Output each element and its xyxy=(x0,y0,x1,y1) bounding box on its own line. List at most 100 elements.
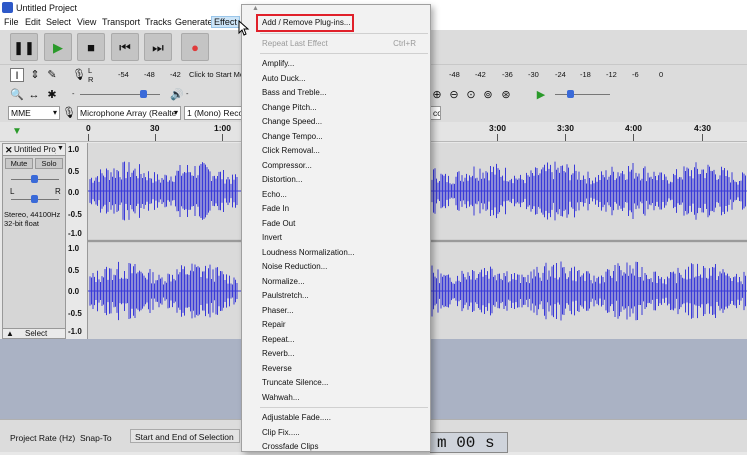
recording-channels-select[interactable]: 1 (Mono) Recor xyxy=(184,106,242,120)
menu-file[interactable]: File xyxy=(2,17,21,27)
menu-item-fade-in[interactable]: Fade In xyxy=(242,202,430,217)
draw-tool-icon[interactable]: ✎ xyxy=(45,68,59,82)
project-rate-label: Project Rate (Hz) xyxy=(10,433,76,443)
menu-item-label: Compressor... xyxy=(262,160,312,170)
menu-select[interactable]: Select xyxy=(44,17,73,27)
track-close-icon[interactable]: ✕ xyxy=(5,145,13,156)
menu-item-noise-reduction[interactable]: Noise Reduction... xyxy=(242,260,430,275)
menu-edit[interactable]: Edit xyxy=(23,17,43,27)
playback-device-select[interactable]: cor xyxy=(431,106,441,120)
menu-item-truncate-silence[interactable]: Truncate Silence... xyxy=(242,376,430,391)
menu-item-reverb[interactable]: Reverb... xyxy=(242,347,430,362)
menu-item-label: Paulstretch... xyxy=(262,291,309,300)
menu-item-repeat[interactable]: Repeat... xyxy=(242,333,430,348)
app-icon xyxy=(2,2,13,13)
scroll-up-icon[interactable]: ▲ xyxy=(252,5,259,12)
menu-item-bass-and-treble[interactable]: Bass and Treble... xyxy=(242,86,430,101)
record-button[interactable]: ● xyxy=(181,33,209,61)
menu-item-distortion[interactable]: Distortion... xyxy=(242,173,430,188)
skip-to-end-button[interactable]: ⏭ xyxy=(144,33,172,61)
menu-item-change-pitch[interactable]: Change Pitch... xyxy=(242,101,430,116)
track-name[interactable]: Untitled Proje xyxy=(14,145,56,154)
menu-item-amplify[interactable]: Amplify... xyxy=(242,57,430,72)
recording-device-select[interactable]: Microphone Array (Realte ▾ xyxy=(77,106,181,120)
meter-hint[interactable]: Click to Start Mo xyxy=(189,70,244,79)
zoom-in-icon[interactable]: ⊕ xyxy=(430,88,444,102)
play-button[interactable]: ▶ xyxy=(44,33,72,61)
speaker-icon[interactable]: 🔊 xyxy=(170,88,184,102)
scale-label: 0.0 xyxy=(68,287,80,296)
menu-item-loudness-normalization[interactable]: Loudness Normalization... xyxy=(242,246,430,261)
track-control-panel: ✕ Untitled Proje ▼ Mute Solo L R Stereo,… xyxy=(2,143,66,339)
window-title: Untitled Project xyxy=(16,3,78,13)
pause-icon: ❚❚ xyxy=(13,40,35,55)
stop-button[interactable]: ■ xyxy=(77,33,105,61)
timeline-options-icon[interactable]: ▼ xyxy=(10,125,24,139)
zoom-toggle-icon[interactable]: ⊛ xyxy=(499,88,513,102)
menu-item-label: Loudness Normalization... xyxy=(262,247,355,257)
zoom-tool-icon[interactable]: 🔍 xyxy=(10,88,24,102)
timeshift-tool-icon[interactable]: ↔ xyxy=(27,88,41,102)
menu-item-auto-duck[interactable]: Auto Duck... xyxy=(242,72,430,87)
menu-item-change-tempo[interactable]: Change Tempo... xyxy=(242,130,430,145)
menu-effect[interactable]: Effect xyxy=(211,16,240,28)
collapse-track-icon[interactable]: ▲ xyxy=(6,329,14,338)
selection-tool-icon[interactable]: I xyxy=(10,68,24,82)
scale-label: 1.0 xyxy=(68,244,80,253)
meter-tick: -18 xyxy=(580,70,591,79)
menu-tracks[interactable]: Tracks xyxy=(143,17,174,27)
pan-slider-thumb[interactable] xyxy=(31,195,38,203)
menu-item-wahwah[interactable]: Wahwah... xyxy=(242,391,430,406)
select-track-button[interactable]: Select xyxy=(25,329,47,338)
menu-generate[interactable]: Generate xyxy=(173,17,215,27)
microphone-icon[interactable]: 🎙 xyxy=(72,68,86,82)
gain-slider-thumb[interactable] xyxy=(31,175,38,183)
menu-item-change-speed[interactable]: Change Speed... xyxy=(242,115,430,130)
menu-item-label: Adjustable Fade..... xyxy=(262,413,331,422)
menu-item-click-removal[interactable]: Click Removal... xyxy=(242,144,430,159)
selection-mode-select[interactable]: Start and End of Selection xyxy=(130,429,240,443)
track-menu-arrow-icon[interactable]: ▼ xyxy=(57,145,64,152)
menu-item-label: Change Tempo... xyxy=(262,131,323,141)
menu-item-normalize[interactable]: Normalize... xyxy=(242,275,430,290)
menu-item-paulstretch[interactable]: Paulstretch... xyxy=(242,289,430,304)
menu-item-reverse[interactable]: Reverse xyxy=(242,362,430,377)
menu-item-invert[interactable]: Invert xyxy=(242,231,430,246)
solo-button[interactable]: Solo xyxy=(35,158,63,169)
zoom-out-icon[interactable]: ⊖ xyxy=(447,88,461,102)
fit-project-icon[interactable]: ⊚ xyxy=(481,88,495,102)
meter-tick: -48 xyxy=(449,70,460,79)
play-at-speed-icon[interactable]: ▶ xyxy=(534,88,548,102)
menu-item-echo[interactable]: Echo... xyxy=(242,188,430,203)
menu-view[interactable]: View xyxy=(75,17,98,27)
fit-selection-icon[interactable]: ⊙ xyxy=(464,88,478,102)
audio-host-select[interactable]: MME ▾ xyxy=(8,106,60,120)
menu-item-label: Echo... xyxy=(262,189,287,199)
audio-position-display[interactable]: m 00 s xyxy=(430,432,508,453)
skip-to-start-button[interactable]: ⏮ xyxy=(111,33,139,61)
menu-item-repair[interactable]: Repair xyxy=(242,318,430,333)
skip-end-icon: ⏭ xyxy=(152,40,164,55)
volume-slider[interactable] xyxy=(80,94,160,95)
menu-item-fade-out[interactable]: Fade Out xyxy=(242,217,430,232)
menu-item-label: Fade In xyxy=(262,204,290,213)
play-speed-thumb[interactable] xyxy=(567,90,574,98)
meter-tick: -12 xyxy=(606,70,617,79)
menu-item-label: Crossfade Clips xyxy=(262,442,319,451)
multi-tool-icon[interactable]: ✱ xyxy=(45,88,59,102)
mouse-cursor-icon xyxy=(238,20,250,36)
play-speed-slider[interactable] xyxy=(555,94,610,95)
meter-r-label: R xyxy=(88,75,94,84)
meter-l-label: L xyxy=(88,66,93,75)
volume-slider-thumb[interactable] xyxy=(140,90,147,98)
envelope-tool-icon[interactable]: ⇕ xyxy=(28,68,42,82)
mute-button[interactable]: Mute xyxy=(5,158,33,169)
menu-item-adjustable-fade[interactable]: Adjustable Fade..... xyxy=(242,411,430,426)
menu-item-clip-fix[interactable]: Clip Fix..... xyxy=(242,426,430,441)
menu-item-label: Normalize... xyxy=(262,276,305,286)
pause-button[interactable]: ❚❚ xyxy=(10,33,38,61)
menu-item-compressor[interactable]: Compressor... xyxy=(242,159,430,174)
menu-item-phaser[interactable]: Phaser... xyxy=(242,304,430,319)
menu-item-crossfade-clips[interactable]: Crossfade Clips xyxy=(242,440,430,455)
menu-transport[interactable]: Transport xyxy=(100,17,142,27)
